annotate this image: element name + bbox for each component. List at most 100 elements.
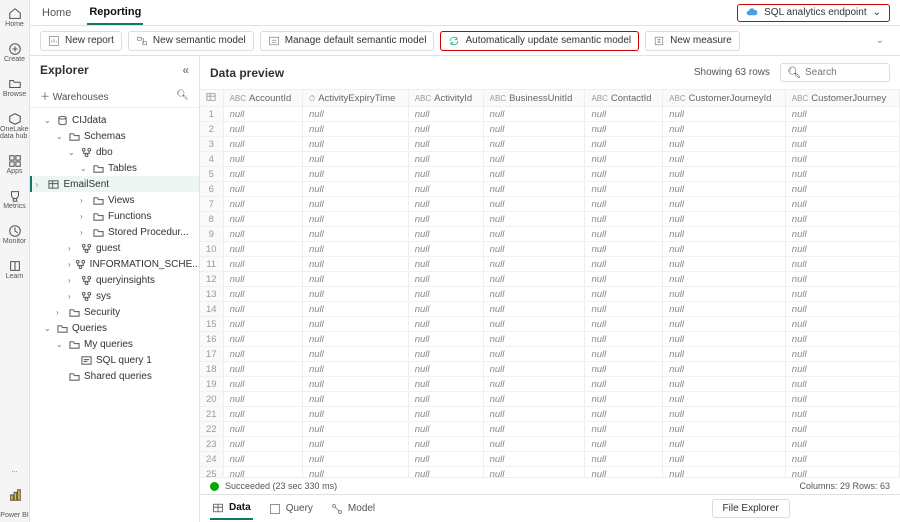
rownum-cell: 12 (200, 272, 223, 287)
cell: null (785, 257, 899, 272)
table-row[interactable]: 3nullnullnullnullnullnullnull (200, 137, 900, 152)
table-row[interactable]: 24nullnullnullnullnullnullnull (200, 452, 900, 467)
rail-metrics[interactable]: Metrics (0, 186, 29, 213)
table-row[interactable]: 10nullnullnullnullnullnullnull (200, 242, 900, 257)
table-row[interactable]: 22nullnullnullnullnullnullnull (200, 422, 900, 437)
rownum-cell: 21 (200, 407, 223, 422)
col-CustomerJourney[interactable]: ABCCustomerJourney (785, 90, 899, 107)
tree-node-emailsent[interactable]: ›EmailSent (30, 176, 199, 192)
tree-node-sql-query-1[interactable]: SQL query 1 (30, 352, 199, 368)
tree-node-information-sche-[interactable]: ›INFORMATION_SCHE... (30, 256, 199, 272)
col-ActivityId[interactable]: ABCActivityId (408, 90, 483, 107)
table-row[interactable]: 23nullnullnullnullnullnullnull (200, 437, 900, 452)
tree-node-stored-procedur-[interactable]: ›Stored Procedur... (30, 224, 199, 240)
tree-node-sys[interactable]: ›sys (30, 288, 199, 304)
table-row[interactable]: 17nullnullnullnullnullnullnull (200, 347, 900, 362)
rail-learn[interactable]: Learn (0, 256, 29, 283)
collapse-explorer-icon[interactable]: « (182, 63, 189, 77)
view-tab-data[interactable]: Data (210, 498, 253, 520)
tree-node-views[interactable]: ›Views (30, 192, 199, 208)
tab-reporting[interactable]: Reporting (87, 1, 143, 25)
tree-node-my-queries[interactable]: ⌄My queries (30, 336, 199, 352)
table-row[interactable]: 2nullnullnullnullnullnullnull (200, 122, 900, 137)
tree-node-functions[interactable]: ›Functions (30, 208, 199, 224)
table-row[interactable]: 16nullnullnullnullnullnullnull (200, 332, 900, 347)
preview-search[interactable]: 🔍︎ (780, 63, 890, 82)
view-tab-query[interactable]: Query (267, 499, 315, 519)
new-report-button[interactable]: New report (40, 31, 122, 51)
tree-node-queries[interactable]: ⌄Queries (30, 320, 199, 336)
table-row[interactable]: 13nullnullnullnullnullnullnull (200, 287, 900, 302)
file-explorer-button[interactable]: File Explorer (712, 499, 790, 518)
rownum-cell: 19 (200, 377, 223, 392)
tree-node-cijdata[interactable]: ⌄CIJdata (30, 112, 199, 128)
cell: null (223, 137, 302, 152)
cell: null (483, 182, 585, 197)
tree-node-dbo[interactable]: ⌄dbo (30, 144, 199, 160)
rail-create[interactable]: Create (0, 39, 29, 66)
table-row[interactable]: 19nullnullnullnullnullnullnull (200, 377, 900, 392)
cell: null (663, 212, 786, 227)
cell: null (302, 182, 408, 197)
table-row[interactable]: 21nullnullnullnullnullnullnull (200, 407, 900, 422)
table-row[interactable]: 25nullnullnullnullnullnullnull (200, 467, 900, 479)
tree-node-tables[interactable]: ⌄Tables (30, 160, 199, 176)
tree-node-shared-queries[interactable]: Shared queries (30, 368, 199, 384)
cell: null (785, 377, 899, 392)
col-AccountId[interactable]: ABCAccountId (223, 90, 302, 107)
search-icon[interactable]: 🔍︎ (176, 90, 189, 101)
table-row[interactable]: 4nullnullnullnullnullnullnull (200, 152, 900, 167)
endpoint-label: SQL analytics endpoint (764, 7, 866, 18)
tree-node-security[interactable]: ›Security (30, 304, 199, 320)
auto-update-semantic-button[interactable]: Automatically update semantic model (440, 31, 639, 51)
rownum-header[interactable] (200, 90, 223, 107)
tab-home[interactable]: Home (40, 2, 73, 24)
table-row[interactable]: 7nullnullnullnullnullnullnull (200, 197, 900, 212)
rail-apps[interactable]: Apps (0, 151, 29, 178)
rail-home[interactable]: Home (0, 4, 29, 31)
table-row[interactable]: 20nullnullnullnullnullnullnull (200, 392, 900, 407)
warehouses-row[interactable]: ＋ Warehouses 🔍︎ (30, 84, 199, 108)
tree-label: Views (108, 195, 135, 206)
table-row[interactable]: 9nullnullnullnullnullnullnull (200, 227, 900, 242)
data-grid[interactable]: ABCAccountId⏱ActivityExpiryTimeABCActivi… (200, 89, 900, 478)
cell: null (585, 362, 663, 377)
view-tab-model[interactable]: Model (329, 499, 377, 519)
col-ContactId[interactable]: ABCContactId (585, 90, 663, 107)
toolbar-overflow-chevron[interactable]: ⌄ (876, 35, 890, 46)
new-semantic-model-button[interactable]: New semantic model (128, 31, 254, 51)
table-row[interactable]: 15nullnullnullnullnullnullnull (200, 317, 900, 332)
cell: null (585, 467, 663, 479)
rownum-cell: 16 (200, 332, 223, 347)
table-row[interactable]: 8nullnullnullnullnullnullnull (200, 212, 900, 227)
tree-node-schemas[interactable]: ⌄Schemas (30, 128, 199, 144)
search-input[interactable] (805, 67, 885, 78)
table-row[interactable]: 18nullnullnullnullnullnullnull (200, 362, 900, 377)
endpoint-selector[interactable]: SQL analytics endpoint ⌄ (737, 4, 890, 22)
cell: null (223, 332, 302, 347)
new-measure-button[interactable]: New measure (645, 31, 740, 51)
cell: null (302, 167, 408, 182)
caret-icon: › (68, 244, 76, 253)
rail-onelake-data-hub[interactable]: OneLake data hub (0, 109, 29, 143)
rail-browse[interactable]: Browse (0, 74, 29, 101)
tree-label: Security (84, 307, 120, 318)
powerbi-brand[interactable]: Power BI (0, 485, 29, 522)
col-CustomerJourneyId[interactable]: ABCCustomerJourneyId (663, 90, 786, 107)
tree-node-guest[interactable]: ›guest (30, 240, 199, 256)
manage-default-semantic-button[interactable]: Manage default semantic model (260, 31, 435, 51)
rail-more[interactable]: ... (0, 464, 29, 477)
table-row[interactable]: 5nullnullnullnullnullnullnull (200, 167, 900, 182)
col-ActivityExpiryTime[interactable]: ⏱ActivityExpiryTime (302, 90, 408, 107)
col-BusinessUnitId[interactable]: ABCBusinessUnitId (483, 90, 585, 107)
tree-label: Functions (108, 211, 151, 222)
tree-node-queryinsights[interactable]: ›queryinsights (30, 272, 199, 288)
table-icon (206, 92, 216, 102)
table-row[interactable]: 14nullnullnullnullnullnullnull (200, 302, 900, 317)
table-row[interactable]: 1nullnullnullnullnullnullnull (200, 107, 900, 122)
table-row[interactable]: 6nullnullnullnullnullnullnull (200, 182, 900, 197)
rail-monitor[interactable]: Monitor (0, 221, 29, 248)
table-row[interactable]: 11nullnullnullnullnullnullnull (200, 257, 900, 272)
caret-icon: › (68, 292, 76, 301)
table-row[interactable]: 12nullnullnullnullnullnullnull (200, 272, 900, 287)
